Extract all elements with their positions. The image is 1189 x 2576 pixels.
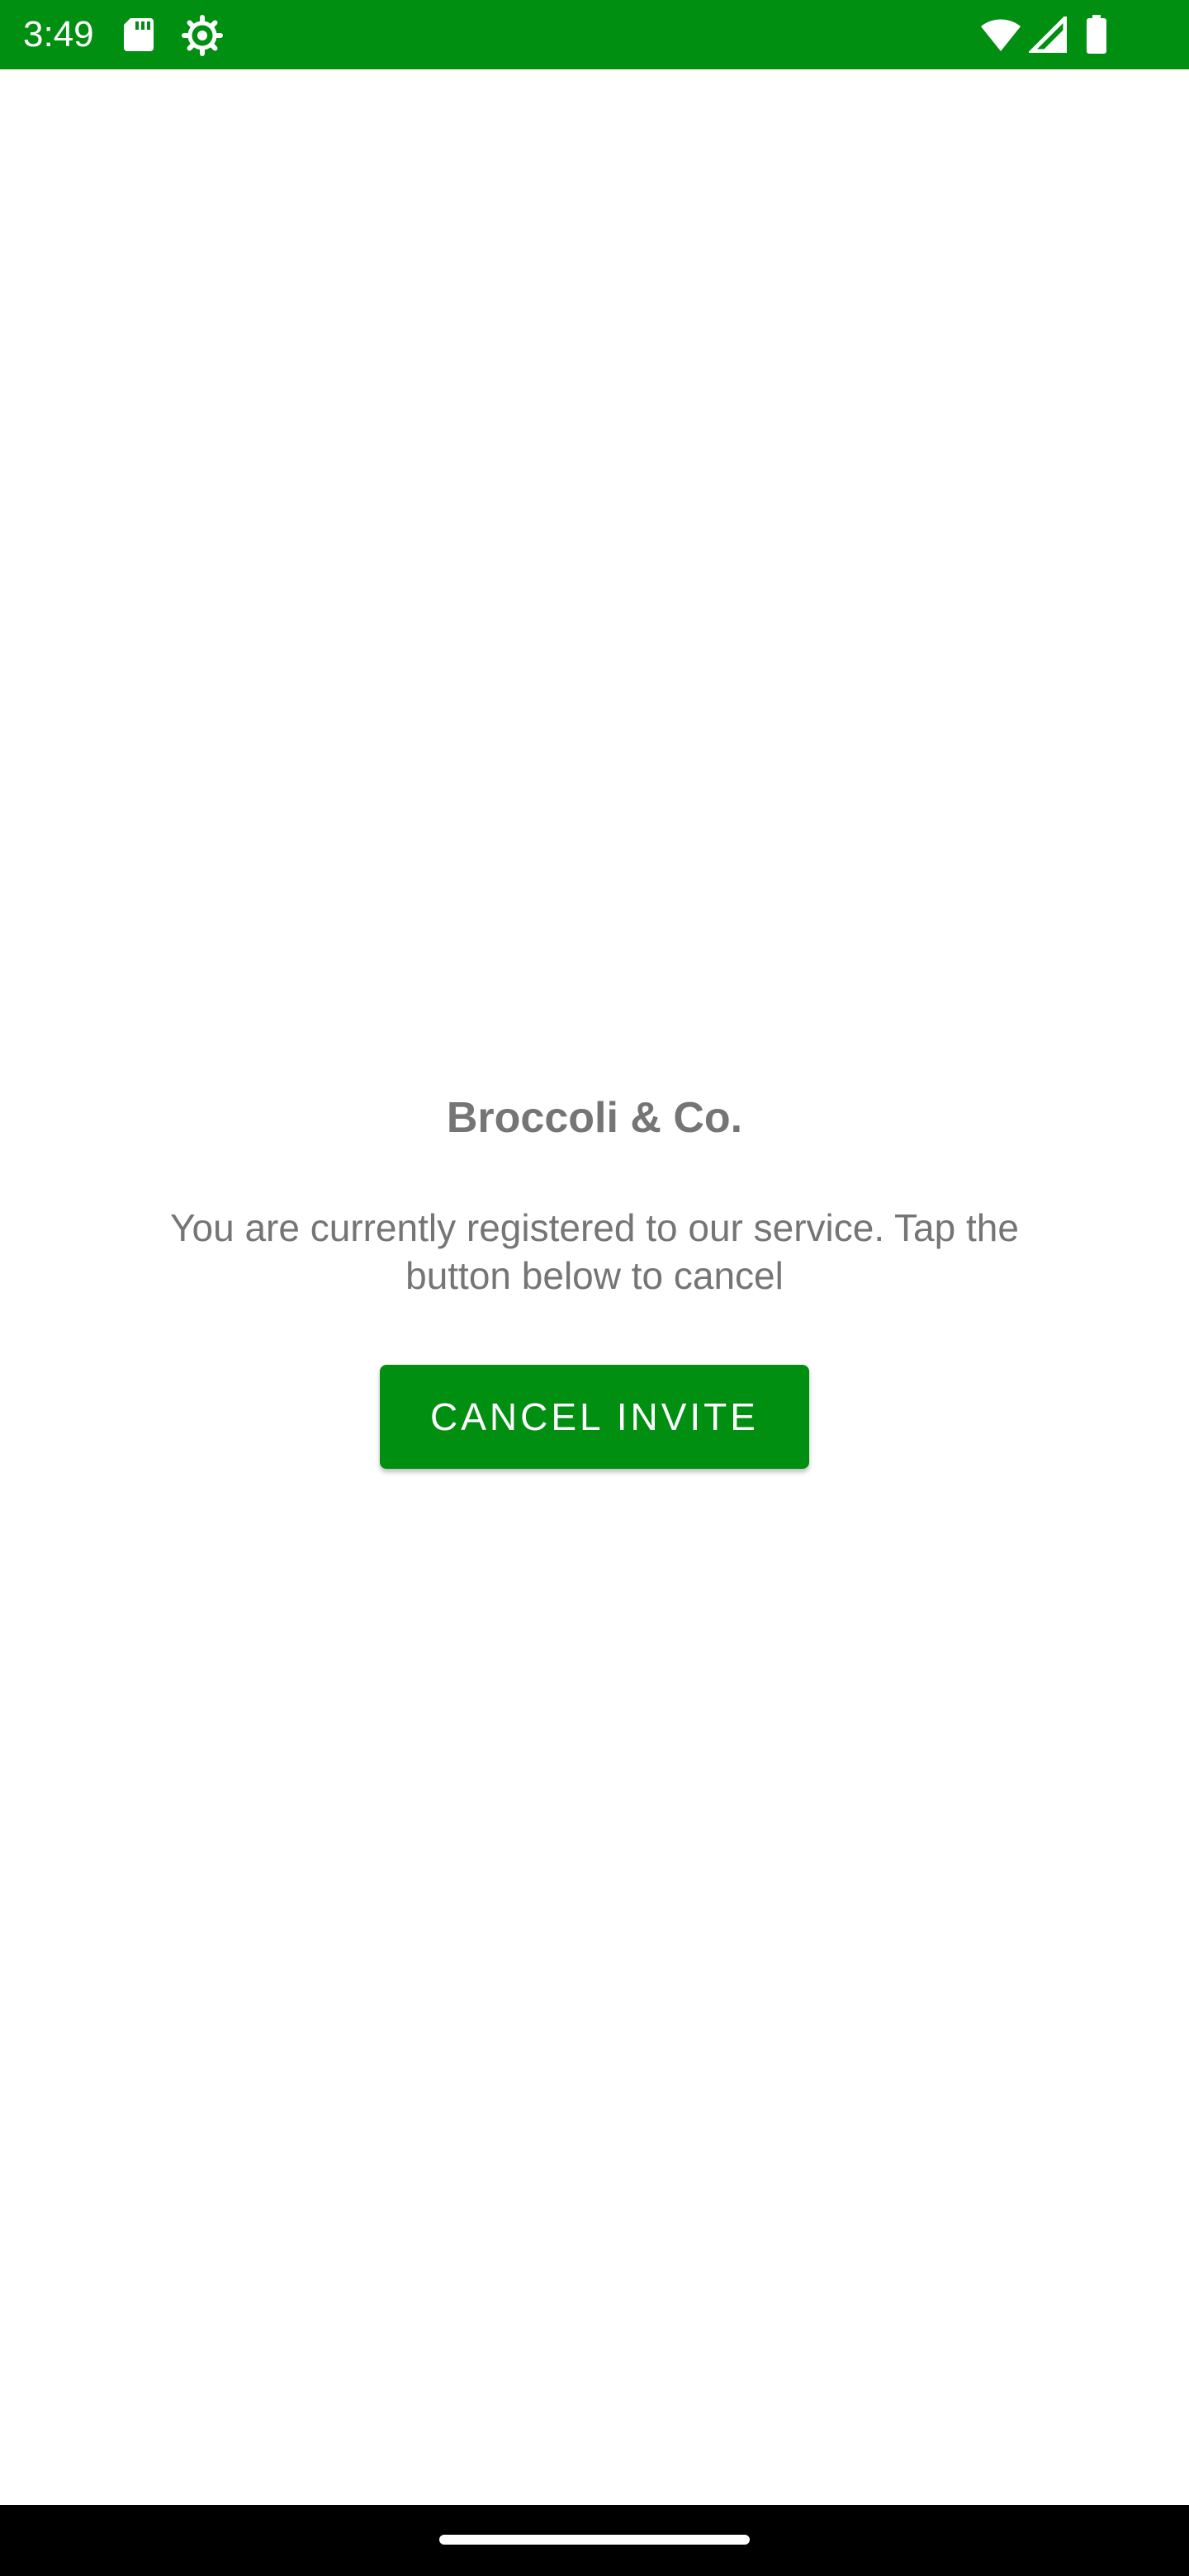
wifi-icon [979, 17, 1022, 57]
main-content: Broccoli & Co. You are currently registe… [0, 69, 1189, 2505]
battery-icon [1085, 15, 1108, 59]
settings-gear-icon [182, 15, 223, 60]
registration-message: You are currently registered to our serv… [170, 1206, 1019, 1297]
app-title: Broccoli & Co. [446, 1094, 743, 1142]
home-handle[interactable] [439, 2535, 750, 2545]
signal-icon [1026, 12, 1068, 57]
status-bar: 3:49 [0, 0, 1189, 69]
status-time: 3:49 [23, 14, 94, 54]
sd-card-icon [122, 17, 155, 57]
cancel-invite-button[interactable]: CANCEL INVITE [380, 1365, 809, 1469]
navigation-bar [0, 2505, 1189, 2576]
